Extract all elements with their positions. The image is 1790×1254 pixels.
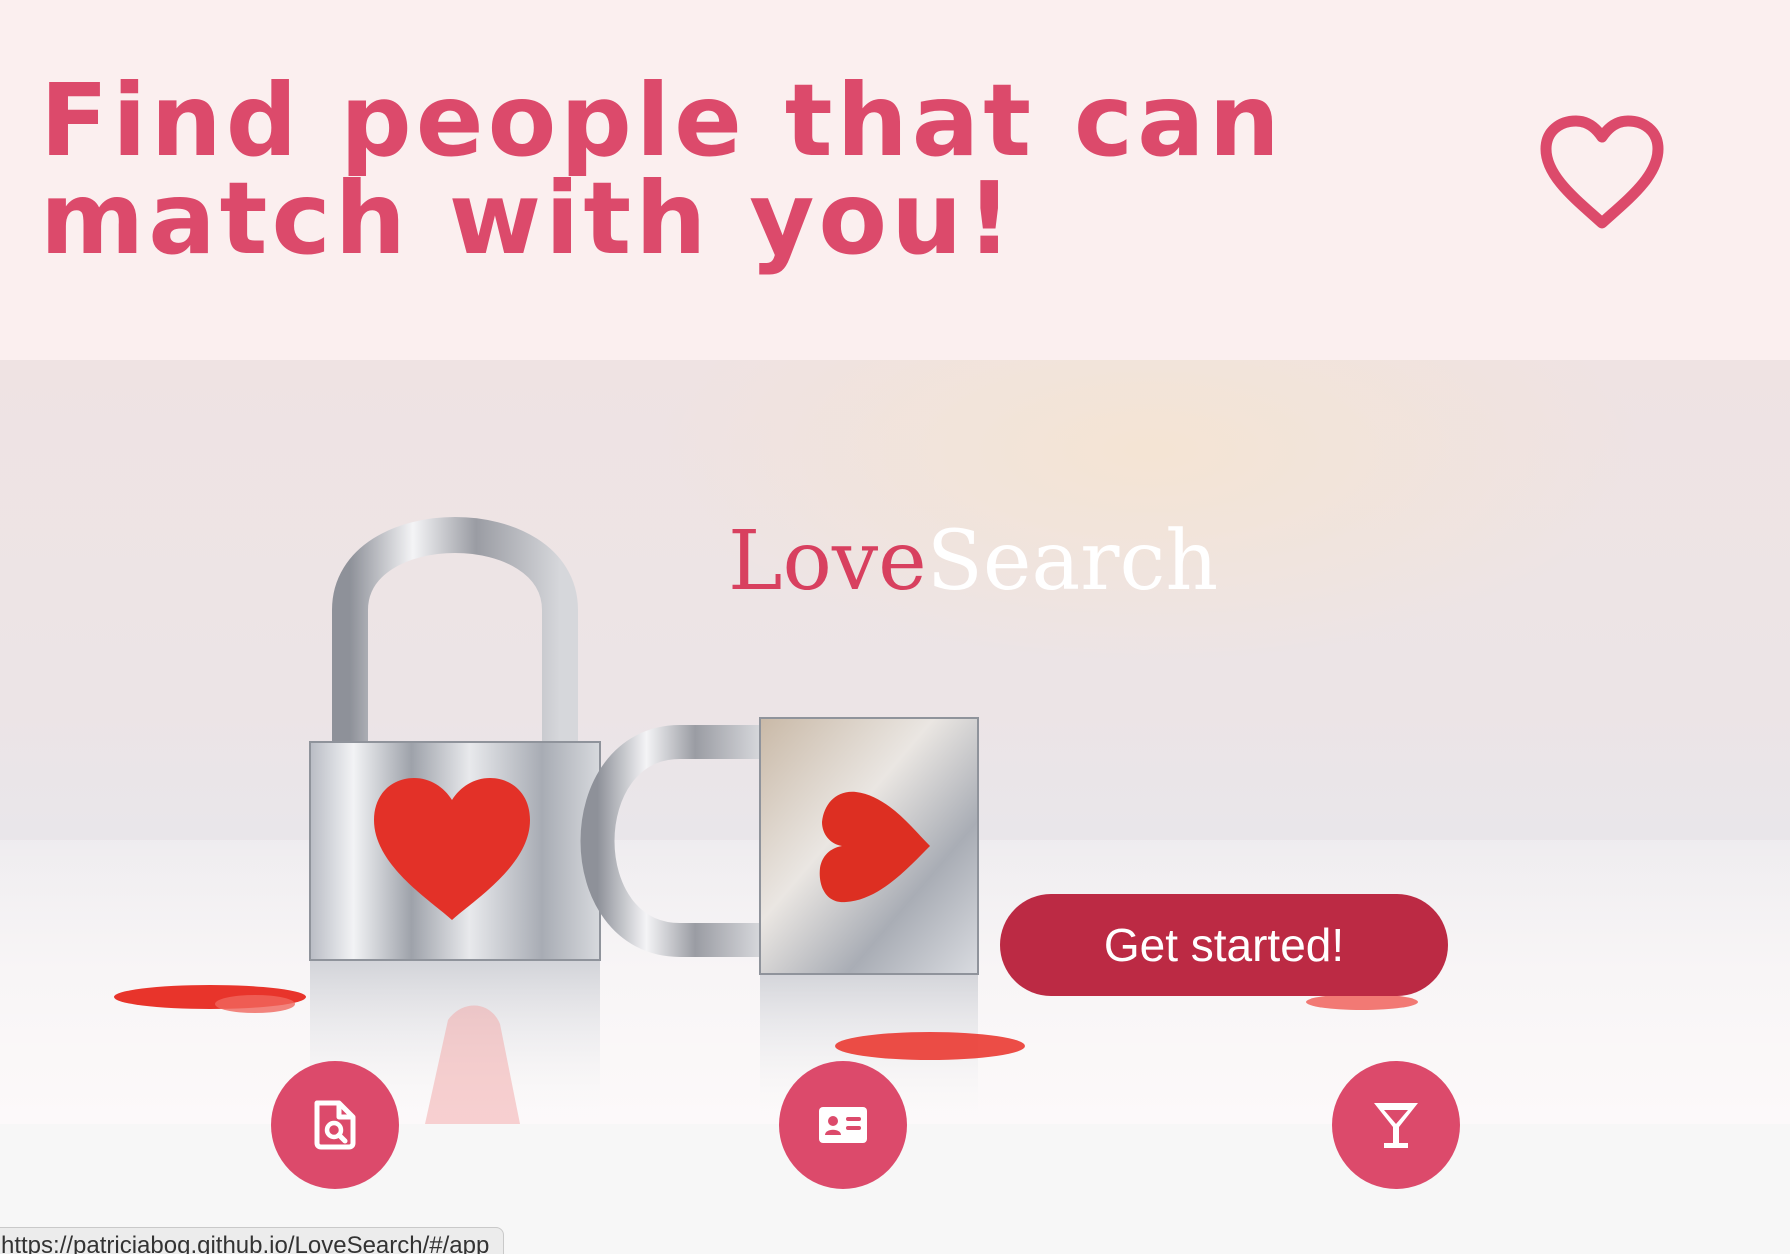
feature-search-button[interactable] <box>271 1061 399 1189</box>
page-title: Find people that can match with you! <box>40 62 1284 277</box>
heart-outline-icon[interactable] <box>1538 115 1666 231</box>
cocktail-glass-icon <box>1374 1103 1418 1148</box>
page: Find people that can match with you! Lov… <box>0 0 1790 1254</box>
id-card-icon <box>819 1107 867 1143</box>
hero-banner: LoveSearch Get started! <box>0 360 1790 1124</box>
padlocks-photo <box>114 517 1418 1124</box>
status-bar-url: https://patriciabog.github.io/LoveSearch… <box>0 1227 505 1254</box>
feature-profile-button[interactable] <box>779 1061 907 1189</box>
file-search-icon <box>314 1100 356 1150</box>
logo-love-text: Love <box>728 514 927 609</box>
get-started-button[interactable]: Get started! <box>1000 894 1448 996</box>
logo-search-text: Search <box>926 514 1219 609</box>
brand-logo: LoveSearch <box>728 512 1218 612</box>
page-header: Find people that can match with you! <box>0 0 1790 360</box>
feature-dates-button[interactable] <box>1332 1061 1460 1189</box>
